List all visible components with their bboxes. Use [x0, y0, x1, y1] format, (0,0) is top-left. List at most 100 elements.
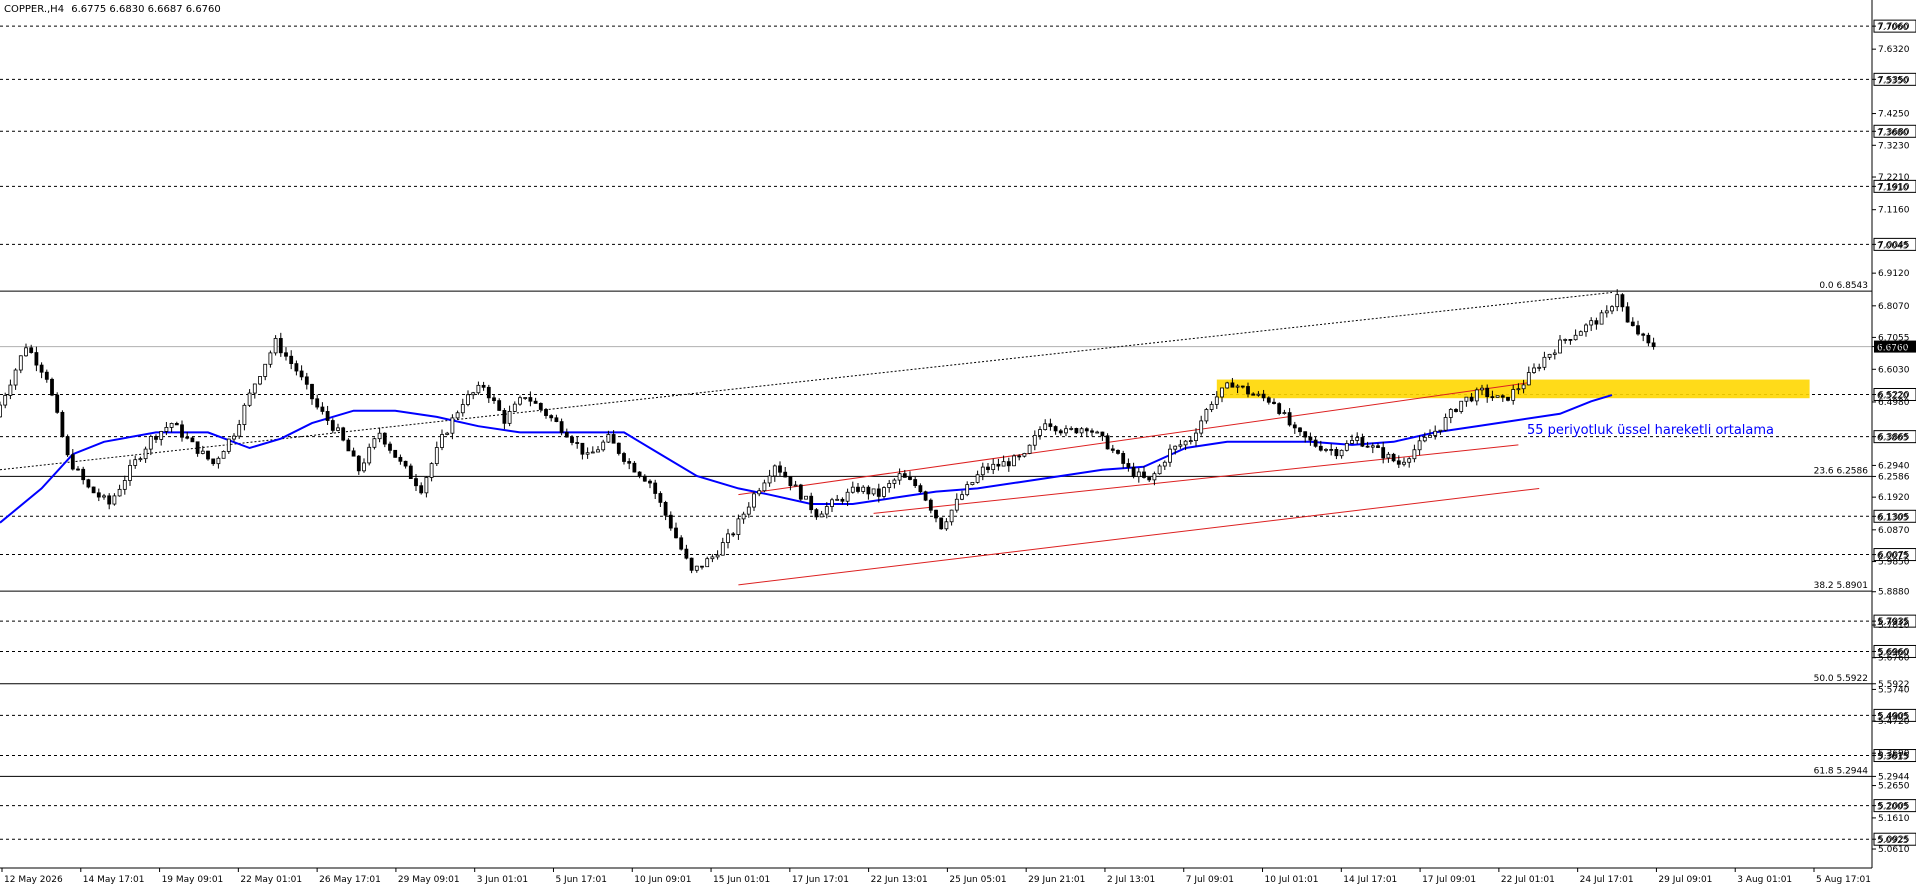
ema-annotation: 55 periyotluk üssel hareketli ortalama	[1527, 423, 1774, 438]
candle-body	[991, 463, 996, 470]
candle-body	[575, 442, 580, 444]
chart-svg[interactable]: 7.70607.53507.36807.19107.00456.52206.38…	[0, 0, 1916, 888]
candle-body	[55, 394, 60, 413]
candle-body	[200, 450, 205, 454]
candle-body	[882, 487, 886, 497]
candle-body	[403, 460, 408, 467]
candle-body	[856, 486, 860, 492]
x-tick-label: 29 May 09:01	[398, 875, 460, 885]
candle-body	[528, 397, 533, 402]
candle-body	[1022, 453, 1027, 457]
candle-body	[840, 498, 845, 502]
chart-container[interactable]: 7.7060 7.5350 7.3680 7.1910 7.0045 6.5220 6.38…	[0, 0, 1916, 888]
candle-body	[362, 462, 366, 472]
candle-body	[694, 565, 699, 571]
candle-body	[408, 465, 413, 479]
candle-body	[1079, 428, 1084, 434]
candle-body	[1214, 396, 1219, 405]
candle-body	[398, 456, 403, 462]
candle-body	[1100, 431, 1105, 437]
candle-body	[164, 427, 169, 432]
x-tick-label: 10 Jun 09:01	[634, 875, 691, 885]
candle-body	[731, 533, 736, 536]
candle-body	[1131, 466, 1136, 478]
candle-body	[705, 558, 710, 568]
candle-body	[616, 442, 621, 454]
candle-body	[128, 465, 132, 481]
candle-body	[1630, 321, 1635, 327]
candle-body	[1636, 325, 1640, 335]
candle-body	[1526, 372, 1531, 386]
candle-body	[1064, 428, 1068, 434]
y-tick-label: 5.9850	[1878, 558, 1910, 568]
candle-body	[117, 488, 122, 497]
candle-body	[954, 498, 959, 511]
candle-body	[1230, 382, 1235, 388]
candle-body	[1422, 436, 1427, 442]
candle-body	[1199, 420, 1204, 434]
candle-body	[1568, 339, 1573, 341]
candle-body	[1641, 333, 1646, 336]
x-tick-label: 14 Jul 17:01	[1343, 875, 1397, 885]
candle-body	[1443, 417, 1448, 431]
candle-body	[252, 383, 257, 394]
candle-body	[533, 400, 538, 404]
candle-body	[325, 411, 330, 421]
candle-body	[481, 384, 486, 388]
candle-body	[320, 406, 325, 412]
plot-background	[0, 0, 1916, 888]
candle-body	[445, 432, 450, 435]
y-tick-label: 5.2005	[1878, 802, 1910, 812]
candle-body	[34, 352, 39, 366]
candle-body	[96, 492, 101, 498]
candle-body	[1480, 387, 1484, 391]
candle-body	[923, 491, 928, 501]
y-tick-label: 6.0870	[1878, 526, 1910, 536]
candle-body	[564, 432, 569, 438]
candle-body	[684, 548, 689, 559]
candle-body	[804, 495, 808, 500]
candle-body	[455, 412, 460, 419]
y-tick-label: 6.4980	[1878, 398, 1910, 408]
x-tick-label: 5 Jun 17:01	[555, 875, 606, 885]
candle-body	[648, 480, 652, 484]
y-tick-label: 7.4250	[1878, 110, 1910, 120]
candle-body	[221, 450, 226, 459]
candle-body	[835, 498, 840, 501]
x-tick-label: 29 Jul 09:01	[1658, 875, 1712, 885]
symbol-label: COPPER.,H4	[4, 4, 64, 15]
candle-body	[1090, 430, 1094, 433]
candle-body	[1350, 440, 1354, 444]
y-tick-label: 5.5740	[1878, 685, 1910, 695]
candle-body	[1001, 461, 1006, 467]
candle-body	[393, 449, 398, 458]
candle-body	[1365, 445, 1370, 448]
candle-body	[1339, 449, 1344, 457]
y-tick-label: 7.1160	[1878, 206, 1910, 216]
candle-body	[611, 434, 616, 444]
candle-body	[674, 527, 678, 539]
candle-body	[1573, 334, 1578, 341]
candle-body	[1204, 409, 1209, 422]
candle-body	[1266, 397, 1271, 403]
x-tick-label: 17 Jul 09:01	[1422, 875, 1476, 885]
candle-body	[258, 376, 262, 385]
candle-body	[866, 486, 871, 495]
candle-body	[601, 441, 606, 451]
candle-body	[720, 542, 725, 556]
candle-body	[1438, 429, 1443, 432]
candle-body	[1183, 440, 1188, 446]
candle-body	[1298, 427, 1302, 433]
y-tick-label: 6.9120	[1878, 269, 1910, 279]
candle-body	[419, 485, 424, 494]
candle-body	[1168, 448, 1172, 463]
candle-body	[596, 449, 600, 453]
candle-body	[757, 490, 762, 495]
candle-body	[1604, 310, 1609, 314]
x-tick-label: 24 Jul 17:01	[1580, 875, 1634, 885]
candle-body	[606, 434, 611, 443]
candle-body	[497, 400, 502, 411]
candle-body	[70, 454, 75, 470]
candle-body	[783, 471, 788, 478]
candle-body	[876, 488, 881, 497]
